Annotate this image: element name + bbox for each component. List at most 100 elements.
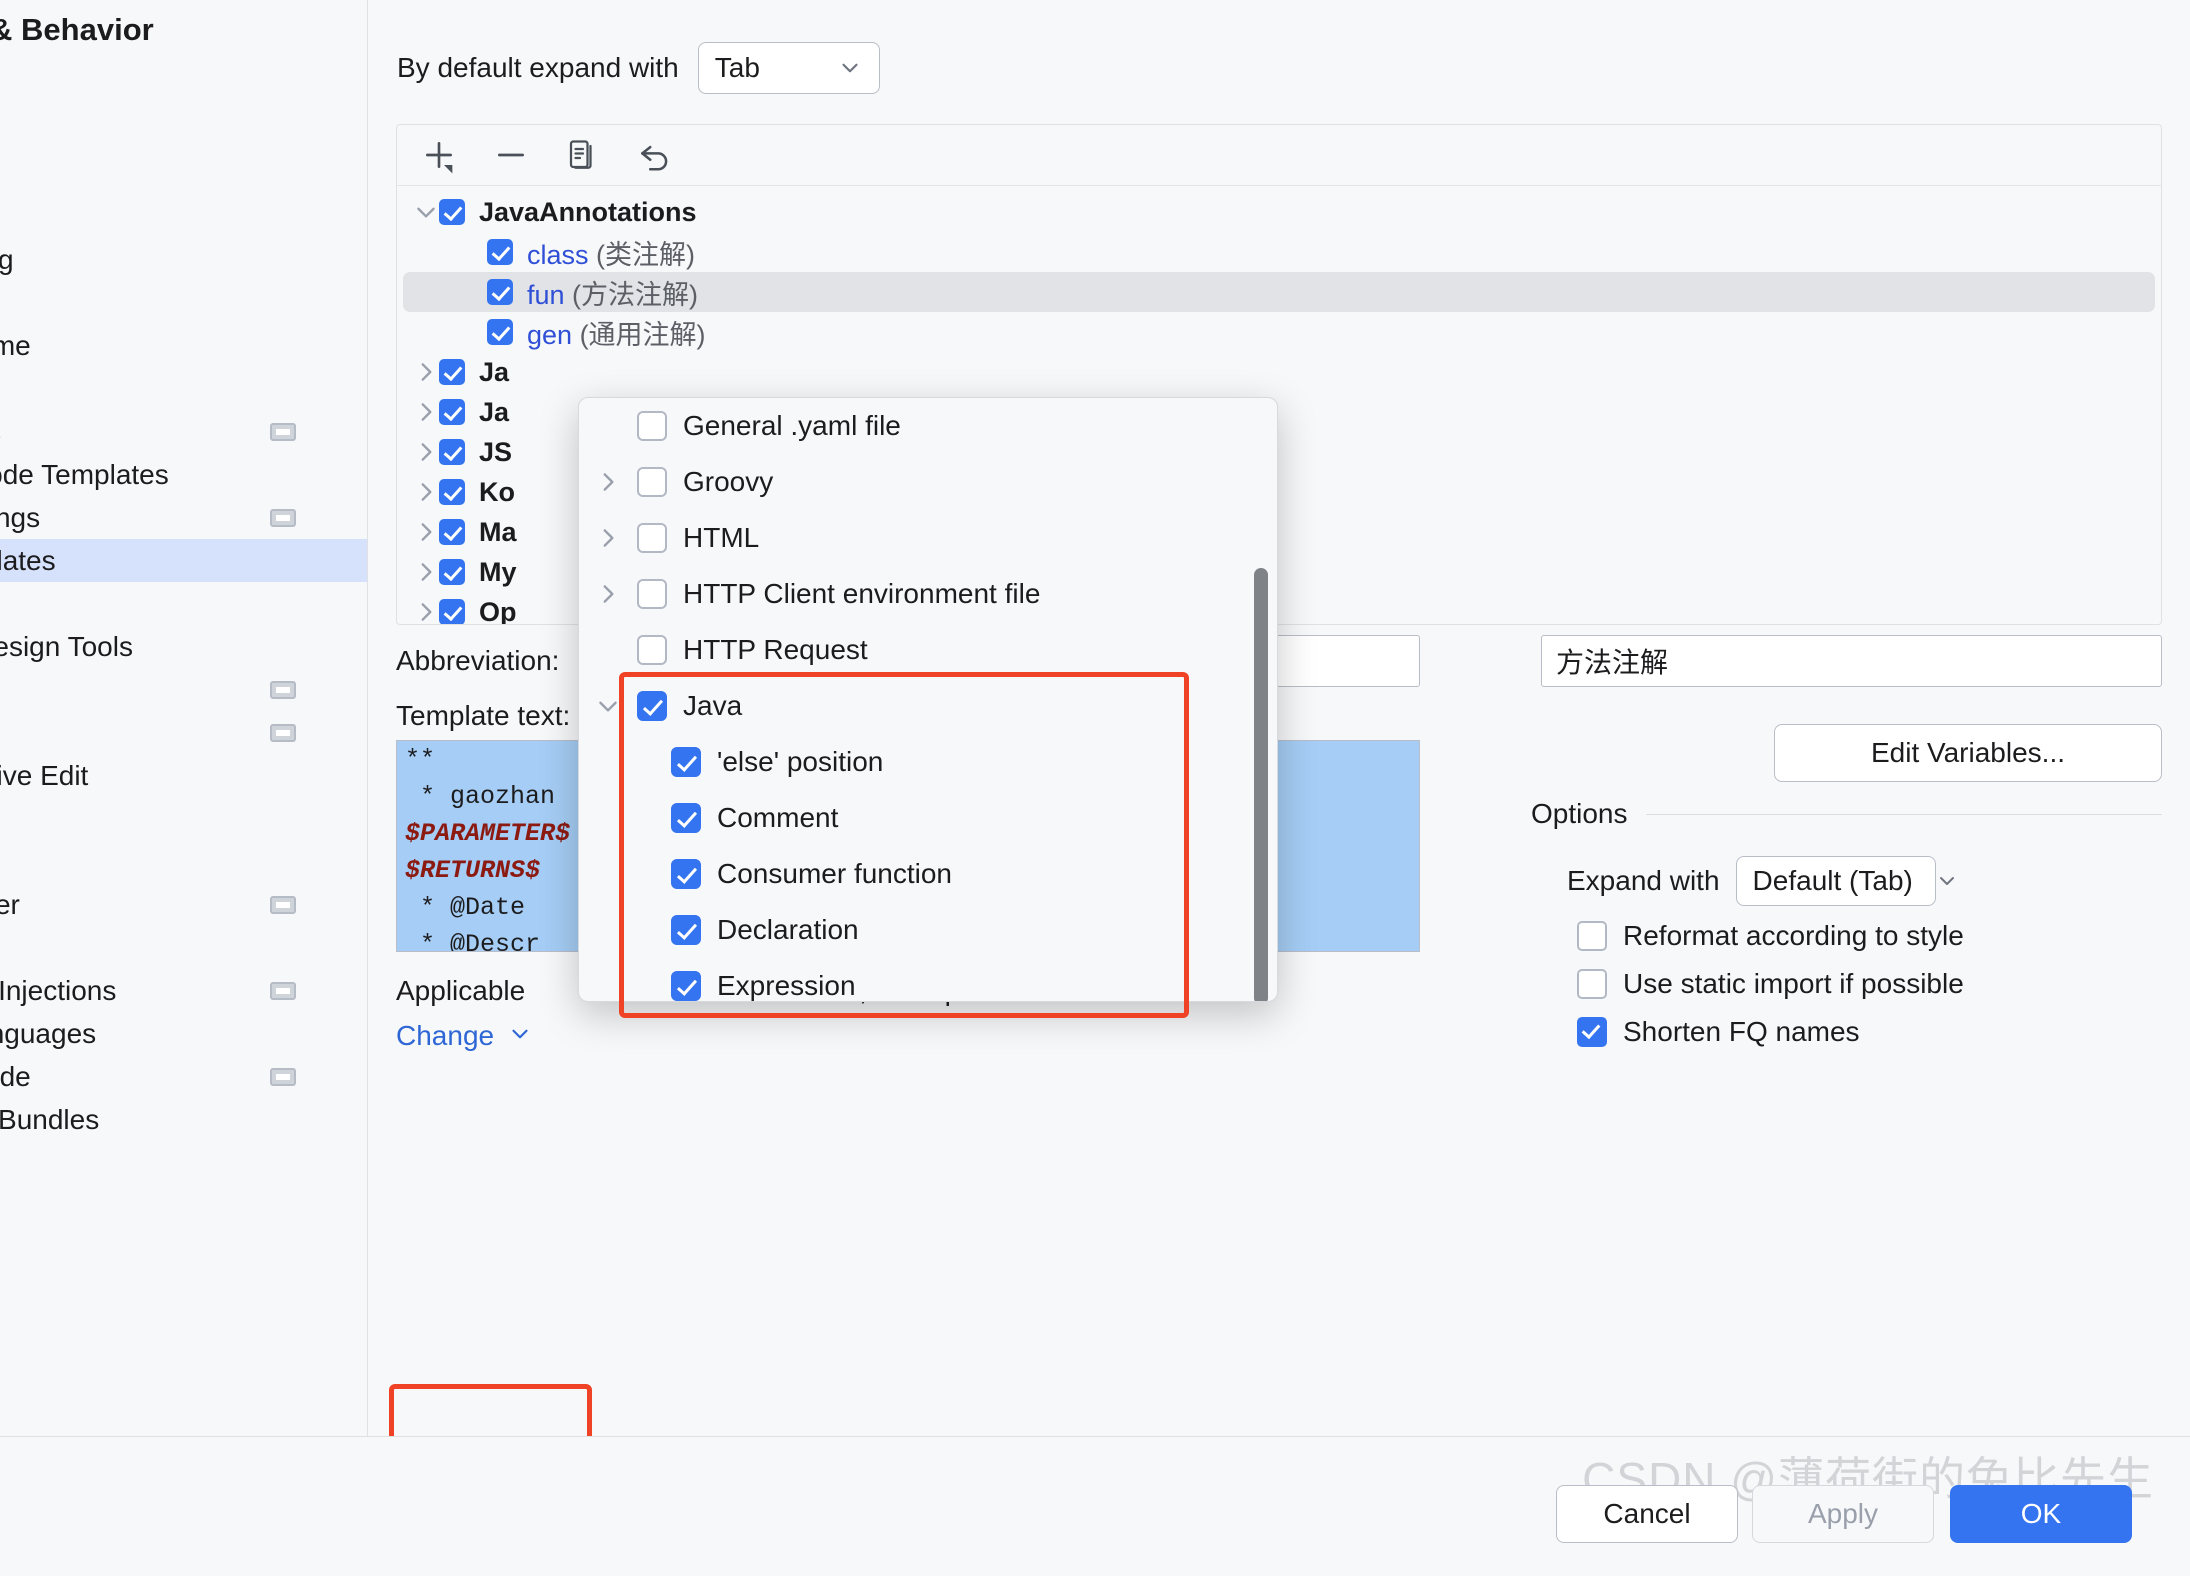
- chevron-right-icon[interactable]: [579, 581, 637, 607]
- context-checkbox[interactable]: [671, 971, 701, 1001]
- context-row[interactable]: HTTP Request: [579, 622, 1277, 678]
- sidebar-item-9[interactable]: oid Design Tools: [0, 625, 368, 668]
- add-icon[interactable]: [414, 130, 464, 180]
- cancel-button[interactable]: Cancel: [1556, 1485, 1738, 1543]
- tree-row-description: (方法注解): [565, 280, 698, 310]
- chevron-down-icon: [507, 1021, 533, 1052]
- tree-checkbox[interactable]: [487, 319, 513, 345]
- context-checkbox[interactable]: [671, 915, 701, 945]
- tree-row[interactable]: Ja: [403, 352, 2155, 392]
- tree-row-label: JavaAnnotations: [479, 197, 697, 228]
- context-checkbox[interactable]: [637, 411, 667, 441]
- option-checkbox[interactable]: [1577, 1017, 1607, 1047]
- chevron-down-icon[interactable]: [413, 199, 439, 225]
- sidebar-item-label: uage Injections: [0, 975, 116, 1007]
- tree-row[interactable]: fun (方法注解): [403, 272, 2155, 312]
- tree-checkbox[interactable]: [487, 239, 513, 265]
- tree-checkbox[interactable]: [439, 359, 465, 385]
- tree-checkbox[interactable]: [439, 519, 465, 545]
- context-checkbox[interactable]: [671, 747, 701, 777]
- sidebar-item-13[interactable]: cates: [0, 797, 368, 840]
- context-row[interactable]: Consumer function: [579, 846, 1277, 902]
- sidebar-item-2[interactable]: Scheme: [0, 324, 368, 367]
- context-label: Consumer function: [717, 858, 952, 890]
- sidebar-item-11[interactable]: Hints: [0, 711, 368, 754]
- revert-icon[interactable]: [630, 130, 680, 180]
- context-row[interactable]: HTTP Client environment file: [579, 566, 1277, 622]
- chevron-down-icon[interactable]: [579, 693, 637, 719]
- edit-variables-button[interactable]: Edit Variables...: [1774, 724, 2162, 782]
- sidebar-item-15[interactable]: esigner: [0, 883, 368, 926]
- tree-checkbox[interactable]: [439, 479, 465, 505]
- change-contexts-button[interactable]: Change: [396, 1020, 533, 1052]
- sidebar-item-12[interactable]: ose Live Edit: [0, 754, 368, 797]
- context-row[interactable]: 'else' position: [579, 734, 1277, 790]
- context-row[interactable]: Expression: [579, 958, 1277, 1002]
- context-row[interactable]: HTML: [579, 510, 1277, 566]
- tree-checkbox[interactable]: [439, 599, 465, 625]
- sidebar-item-18[interactable]: al Languages: [0, 1012, 368, 1055]
- options-title: Options: [1531, 798, 1628, 830]
- chevron-right-icon[interactable]: [413, 519, 439, 545]
- sidebar-item-0[interactable]: ral: [0, 195, 368, 238]
- context-row[interactable]: Groovy: [579, 454, 1277, 510]
- context-checkbox[interactable]: [637, 691, 667, 721]
- tree-checkbox[interactable]: [439, 399, 465, 425]
- sidebar-item-5[interactable]: nd Code Templates: [0, 453, 368, 496]
- ok-button[interactable]: OK: [1950, 1485, 2132, 1543]
- description-input[interactable]: 方法注解: [1541, 635, 2162, 687]
- option-row[interactable]: Reformat according to style: [1577, 920, 1964, 952]
- context-checkbox[interactable]: [671, 859, 701, 889]
- sidebar-item-20[interactable]: Mate Bundles: [0, 1098, 368, 1141]
- context-checkbox[interactable]: [637, 635, 667, 665]
- sidebar-item-label: Scheme: [0, 330, 31, 362]
- chevron-right-icon[interactable]: [579, 525, 637, 551]
- context-row[interactable]: Declaration: [579, 902, 1277, 958]
- chevron-right-icon[interactable]: [413, 599, 439, 625]
- apply-button[interactable]: Apply: [1752, 1485, 1934, 1543]
- tree-row[interactable]: class (类注解): [403, 232, 2155, 272]
- tree-row[interactable]: JavaAnnotations: [403, 192, 2155, 232]
- chevron-right-icon[interactable]: [413, 559, 439, 585]
- sidebar-item-6[interactable]: ncodings: [0, 496, 368, 539]
- context-checkbox[interactable]: [637, 579, 667, 609]
- context-checkbox[interactable]: [637, 467, 667, 497]
- expand-with-select[interactable]: Default (Tab): [1736, 856, 1936, 906]
- tree-row[interactable]: gen (通用注解): [403, 312, 2155, 352]
- remove-icon[interactable]: [486, 130, 536, 180]
- copy-icon[interactable]: [558, 130, 608, 180]
- sidebar-item-7[interactable]: Templates: [0, 539, 368, 582]
- tree-checkbox[interactable]: [487, 279, 513, 305]
- sidebar-item-label: oid Design Tools: [0, 631, 133, 663]
- context-checkbox[interactable]: [637, 523, 667, 553]
- option-checkbox[interactable]: [1577, 969, 1607, 999]
- popup-scrollbar[interactable]: [1254, 568, 1268, 1002]
- context-checkbox[interactable]: [671, 803, 701, 833]
- sidebar-item-1[interactable]: Editing: [0, 238, 368, 281]
- tree-checkbox[interactable]: [439, 199, 465, 225]
- tree-checkbox[interactable]: [439, 439, 465, 465]
- chevron-right-icon[interactable]: [579, 469, 637, 495]
- context-row[interactable]: Java: [579, 678, 1277, 734]
- context-row[interactable]: General .yaml file: [579, 398, 1277, 454]
- non-project-settings-icon: [270, 982, 296, 1000]
- option-row[interactable]: Use static import if possible: [1577, 968, 1964, 1000]
- sidebar-item-14[interactable]: et: [0, 840, 368, 883]
- context-row[interactable]: Comment: [579, 790, 1277, 846]
- option-checkbox[interactable]: [1577, 921, 1607, 951]
- default-expand-select[interactable]: Tab: [698, 42, 880, 94]
- sidebar-item-4[interactable]: ctions: [0, 410, 368, 453]
- sidebar-item-10[interactable]: right: [0, 668, 368, 711]
- sidebar-item-19[interactable]: er Mode: [0, 1055, 368, 1098]
- sidebar-item-8[interactable]: ypes: [0, 582, 368, 625]
- chevron-right-icon[interactable]: [413, 359, 439, 385]
- chevron-right-icon[interactable]: [413, 399, 439, 425]
- option-row[interactable]: Shorten FQ names: [1577, 1016, 1860, 1048]
- sidebar-item-3[interactable]: Style: [0, 367, 368, 410]
- sidebar-item-16[interactable]: ions: [0, 926, 368, 969]
- tree-checkbox[interactable]: [439, 559, 465, 585]
- chevron-right-icon[interactable]: [413, 439, 439, 465]
- sidebar-item-17[interactable]: uage Injections: [0, 969, 368, 1012]
- applicable-contexts-popup: General .yaml fileGroovyHTMLHTTP Client …: [578, 397, 1278, 1002]
- chevron-right-icon[interactable]: [413, 479, 439, 505]
